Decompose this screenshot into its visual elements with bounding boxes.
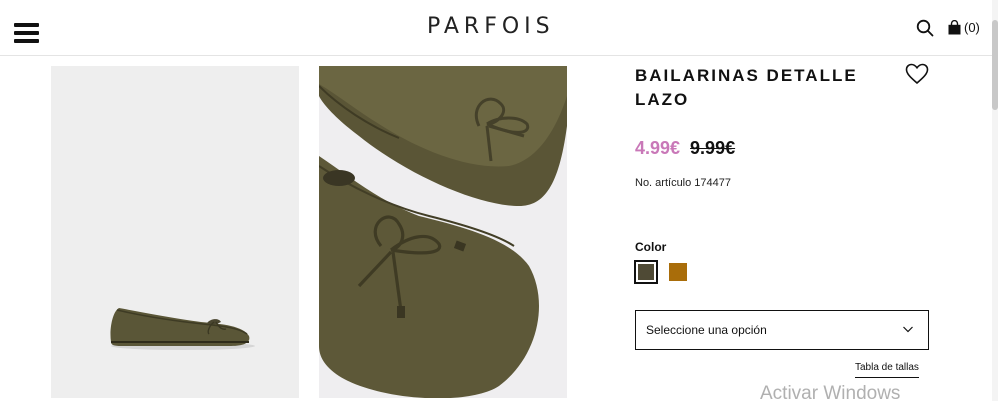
cart-count: (0) [964, 19, 980, 35]
article-label: No. artículo [635, 177, 692, 189]
shoe-closeup-illustration [319, 66, 567, 398]
shopping-bag-icon [948, 19, 961, 34]
product-title: BAILARINAS DETALLE LAZO [635, 66, 858, 109]
product-image-side[interactable] [51, 66, 299, 398]
hamburger-menu-icon[interactable] [14, 23, 39, 43]
product-image-closeup[interactable] [319, 66, 567, 398]
site-header: PARFOIS (0) [0, 0, 998, 56]
chevron-down-icon [903, 326, 913, 333]
os-activation-watermark: Activar Windows [760, 383, 901, 401]
color-label: Color [635, 240, 667, 254]
brand-logo[interactable]: PARFOIS [427, 14, 555, 39]
page-scrollbar[interactable] [992, 0, 998, 401]
price-row: 4.99€ 9.99€ [635, 138, 735, 159]
article-value: 174477 [694, 177, 731, 189]
shoe-side-illustration [110, 308, 255, 350]
original-price: 9.99€ [690, 138, 736, 158]
scrollbar-thumb[interactable] [992, 20, 998, 110]
cart-button[interactable]: (0) [948, 18, 980, 36]
size-guide-link[interactable]: Tabla de tallas [855, 362, 919, 378]
size-select-placeholder: Seleccione una opción [646, 323, 767, 337]
sale-price: 4.99€ [635, 138, 681, 158]
color-swatch-olive[interactable] [634, 260, 658, 284]
color-swatch-mustard[interactable] [669, 263, 687, 281]
search-icon[interactable] [916, 19, 934, 37]
size-select[interactable]: Seleccione una opción [635, 310, 929, 350]
article-number: No. artículo 174477 [635, 177, 734, 189]
heart-icon[interactable] [905, 63, 929, 85]
